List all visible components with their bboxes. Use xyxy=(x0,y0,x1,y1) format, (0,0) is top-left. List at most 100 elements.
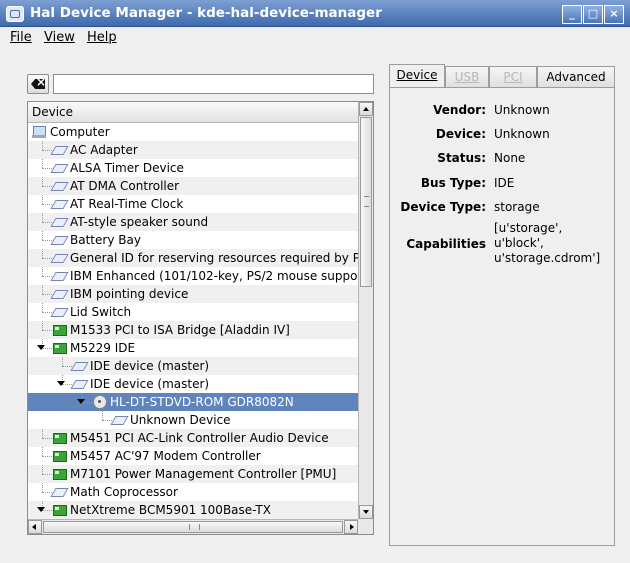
tab-pci-label: PCI xyxy=(503,70,523,84)
title-bar[interactable]: Hal Device Manager - kde-hal-device-mana… xyxy=(0,0,630,27)
tree-row-label: M5457 AC'97 Modem Controller xyxy=(70,449,261,463)
tree-branch-line xyxy=(42,456,52,457)
tree-row[interactable]: IDE device (master) xyxy=(28,375,358,393)
tree-branch-line xyxy=(42,429,43,438)
expand-arrow-icon[interactable] xyxy=(56,379,65,388)
tree-row-label: Computer xyxy=(50,125,110,139)
menu-file[interactable]: File xyxy=(10,30,32,45)
device-properties-panel: Vendor: Unknown Device: Unknown Status: … xyxy=(389,87,615,546)
horizontal-scroll-thumb[interactable] xyxy=(43,521,343,533)
scroll-down-arrow-icon[interactable] xyxy=(359,505,373,519)
tree-branch-line xyxy=(42,213,43,222)
bus-type-value: IDE xyxy=(494,176,515,190)
device-icon xyxy=(52,251,67,264)
tree-row[interactable]: Lid Switch xyxy=(28,303,358,321)
tab-device-label: Device xyxy=(396,68,438,82)
menu-file-label: File xyxy=(10,30,32,45)
tree-branch-line xyxy=(42,168,52,169)
menu-bar: File View Help xyxy=(0,27,630,49)
tree-branch-line xyxy=(42,231,43,240)
vertical-scroll-thumb[interactable] xyxy=(360,117,372,287)
tree-branch-line xyxy=(42,195,43,204)
tree-row-label: AT Real-Time Clock xyxy=(70,197,184,211)
maximize-button[interactable]: □ xyxy=(583,5,603,24)
vendor-label: Vendor: xyxy=(433,103,486,117)
capabilities-label: Capabilities xyxy=(406,237,486,251)
tree-row[interactable]: M5457 AC'97 Modem Controller xyxy=(28,447,358,465)
tree-branch-line xyxy=(102,420,112,421)
menu-help[interactable]: Help xyxy=(87,30,117,45)
tree-branch-line xyxy=(42,321,43,330)
scrollbar-corner xyxy=(358,519,373,534)
clear-search-button[interactable] xyxy=(27,74,49,94)
expand-arrow-icon[interactable] xyxy=(36,505,45,514)
tree-row[interactable]: Battery Bay xyxy=(28,231,358,249)
tree-row[interactable]: AT-style speaker sound xyxy=(28,213,358,231)
bus-type-label: Bus Type: xyxy=(420,176,486,190)
tab-advanced-label: Advanced xyxy=(546,70,606,84)
tree-row[interactable]: ALSA Timer Device xyxy=(28,159,358,177)
computer-icon xyxy=(32,125,47,138)
tree-row[interactable]: AT Real-Time Clock xyxy=(28,195,358,213)
tree-row[interactable]: M5229 IDE xyxy=(28,339,358,357)
tree-row[interactable]: M7101 Power Management Controller [PMU] xyxy=(28,465,358,483)
scroll-left-arrow-icon[interactable] xyxy=(28,520,42,534)
tree-branch-line xyxy=(42,177,43,186)
device-type-label: Device Type: xyxy=(400,200,486,214)
pci-icon xyxy=(52,341,67,354)
details-tabs: Device USB PCI Advanced xyxy=(389,64,615,89)
scroll-up-arrow-icon[interactable] xyxy=(359,102,373,116)
tree-branch-line xyxy=(42,294,52,295)
tree-branch-line xyxy=(42,159,43,168)
horizontal-scrollbar[interactable] xyxy=(28,519,358,534)
device-value: Unknown xyxy=(494,127,550,141)
tree-branch-line xyxy=(42,483,43,492)
tree-row-label: IBM pointing device xyxy=(70,287,189,301)
tab-pci[interactable]: PCI xyxy=(489,66,537,88)
expand-arrow-icon[interactable] xyxy=(76,397,85,406)
minimize-button[interactable]: _ xyxy=(562,5,582,24)
tab-usb-label: USB xyxy=(454,70,480,84)
device-tree[interactable]: Device Computer AC Adapter ALSA Timer Devi… xyxy=(27,101,374,535)
tree-row[interactable]: Computer xyxy=(28,123,358,141)
tree-row-label: IBM Enhanced (101/102-key, PS/2 mouse su… xyxy=(70,269,358,283)
tree-row[interactable]: IBM Enhanced (101/102-key, PS/2 mouse su… xyxy=(28,267,358,285)
tree-row[interactable]: AT DMA Controller xyxy=(28,177,358,195)
tree-row-selected[interactable]: HL-DT-STDVD-ROM GDR8082N xyxy=(28,393,358,411)
tab-advanced[interactable]: Advanced xyxy=(537,66,615,88)
tab-usb[interactable]: USB xyxy=(445,66,489,88)
expand-arrow-icon[interactable] xyxy=(36,343,45,352)
tree-row[interactable]: IDE device (master) xyxy=(28,357,358,375)
tree-row[interactable]: Math Coprocessor xyxy=(28,483,358,501)
tree-branch-line xyxy=(42,474,52,475)
search-input[interactable] xyxy=(53,74,374,94)
device-icon xyxy=(72,377,87,390)
tree-row-label: IDE device (master) xyxy=(90,377,210,391)
tree-row[interactable]: General ID for reserving resources requi… xyxy=(28,249,358,267)
vertical-scrollbar[interactable] xyxy=(358,102,373,519)
tree-row[interactable]: AC Adapter xyxy=(28,141,358,159)
tree-row[interactable]: M1533 PCI to ISA Bridge [Aladdin IV] xyxy=(28,321,358,339)
pci-icon xyxy=(52,431,67,444)
tree-branch-line xyxy=(42,492,52,493)
tree-column-header-label: Device xyxy=(32,105,74,119)
tab-device[interactable]: Device xyxy=(389,64,445,89)
tree-row-label: M1533 PCI to ISA Bridge [Aladdin IV] xyxy=(70,323,290,337)
tree-branch-line xyxy=(62,357,63,366)
tree-branch-line xyxy=(42,141,43,150)
menu-view[interactable]: View xyxy=(44,30,75,45)
tree-row[interactable]: IBM pointing device xyxy=(28,285,358,303)
close-button[interactable]: × xyxy=(604,5,624,24)
tree-row[interactable]: Unknown Device xyxy=(28,411,358,429)
tree-branch-line xyxy=(42,465,43,474)
tree-row-label: IDE device (master) xyxy=(90,359,210,373)
tree-column-header[interactable]: Device xyxy=(28,102,358,123)
tree-row[interactable]: M5451 PCI AC-Link Controller Audio Devic… xyxy=(28,429,358,447)
scroll-right-arrow-icon[interactable] xyxy=(344,520,358,534)
tree-row-label: Math Coprocessor xyxy=(70,485,178,499)
tree-row[interactable]: NetXtreme BCM5901 100Base-TX xyxy=(28,501,358,519)
window-title: Hal Device Manager - kde-hal-device-mana… xyxy=(30,5,382,21)
device-icon xyxy=(112,413,127,426)
tree-branch-line xyxy=(42,240,52,241)
app-icon[interactable] xyxy=(6,6,24,22)
